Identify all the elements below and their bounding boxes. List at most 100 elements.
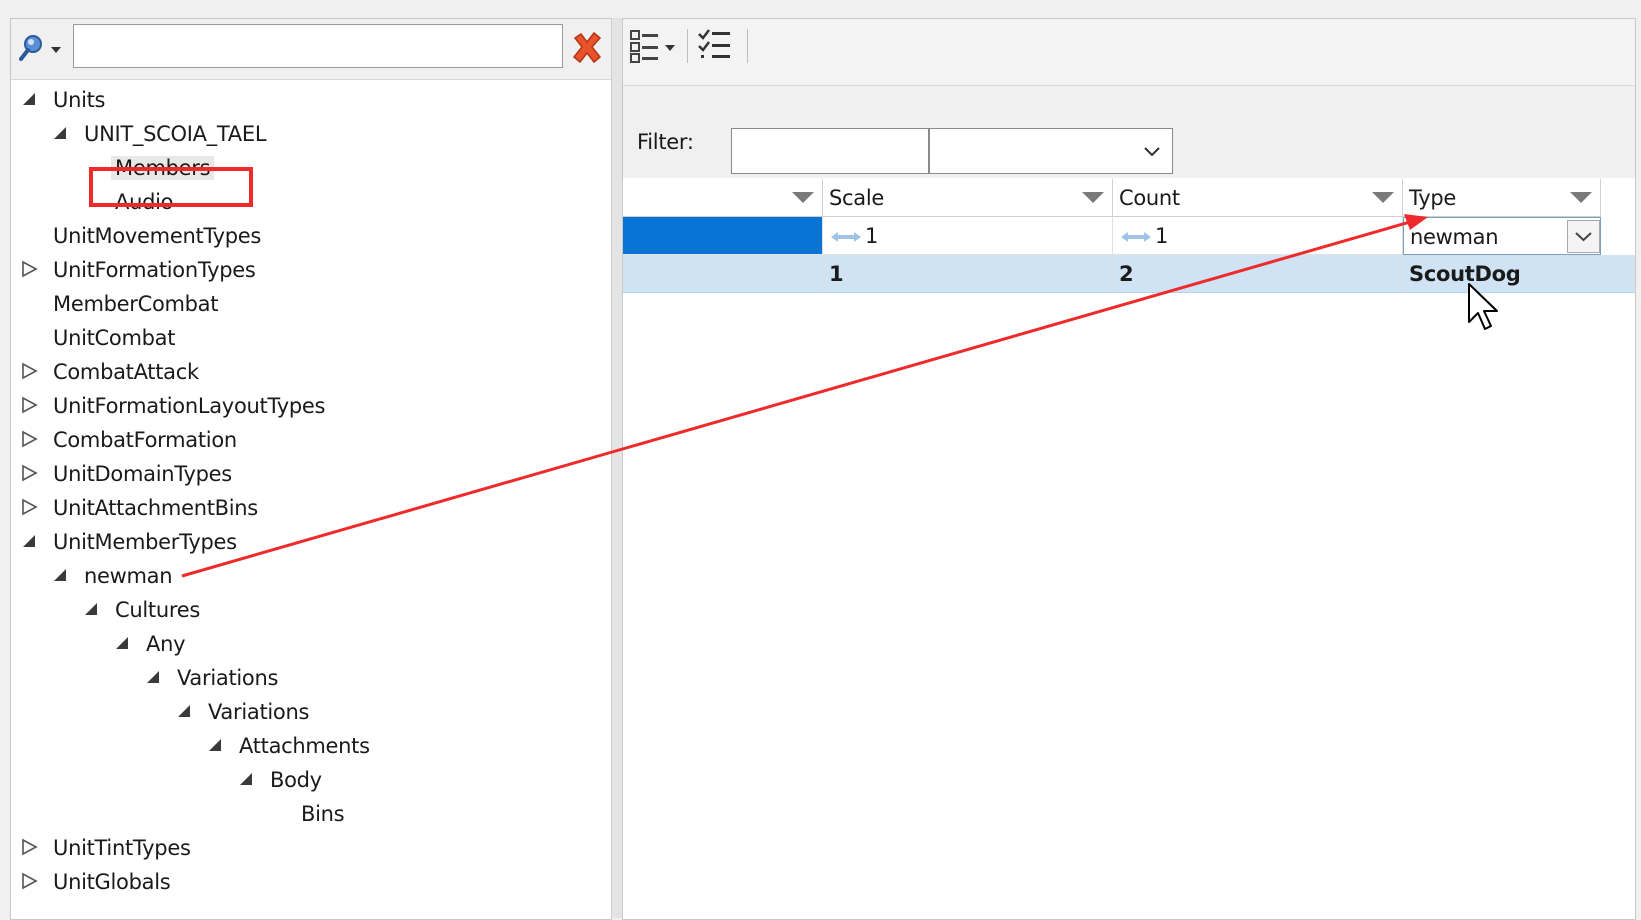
column-header-type[interactable]: Type xyxy=(1403,179,1601,217)
scale-cell[interactable]: 1 xyxy=(823,217,1113,255)
scale-cell[interactable]: 1 xyxy=(823,255,1113,293)
search-input[interactable] xyxy=(73,24,563,68)
tree-item[interactable]: Cultures xyxy=(81,593,200,625)
tree-item[interactable]: Members xyxy=(81,151,215,183)
count-cell[interactable]: 1 xyxy=(1113,217,1403,255)
tree-item-label: Attachments xyxy=(239,734,370,758)
expanded-triangle-icon[interactable] xyxy=(19,529,41,551)
collapsed-triangle-icon[interactable] xyxy=(19,359,41,381)
view-options-icon xyxy=(630,30,675,63)
tree-item-label: UNIT_SCOIA_TAEL xyxy=(84,122,267,146)
filter-label: Filter: xyxy=(637,130,694,154)
search-icon xyxy=(19,35,61,61)
collapsed-triangle-icon[interactable] xyxy=(19,257,41,279)
tree-item[interactable]: MemberCombat xyxy=(19,287,218,319)
tree-item-label: UnitMemberTypes xyxy=(53,530,237,554)
tree-item-label: Members xyxy=(111,156,215,180)
toolbar xyxy=(623,19,1635,86)
tree-item[interactable]: CombatAttack xyxy=(19,355,199,387)
tree-item[interactable]: Variations xyxy=(174,695,309,727)
tree-item-label: newman xyxy=(84,564,173,588)
tree-panel: Units UNIT_SCOIA_TAEL Members Audio UnitMove… xyxy=(10,18,612,920)
tree-item-label: Variations xyxy=(177,666,279,690)
tree-item[interactable]: Units xyxy=(19,83,106,115)
tree-item[interactable]: UnitDomainTypes xyxy=(19,457,232,489)
tree-item[interactable]: Attachments xyxy=(205,729,370,761)
collapsed-triangle-icon[interactable] xyxy=(19,393,41,415)
filter-input[interactable] xyxy=(731,128,929,174)
tree-item[interactable]: UnitTintTypes xyxy=(19,831,191,863)
table-row[interactable]: 1 2 ScoutDog xyxy=(623,255,1635,293)
expanded-triangle-icon[interactable] xyxy=(50,121,72,143)
column-header-count[interactable]: Count xyxy=(1113,179,1403,217)
type-combobox[interactable]: newman xyxy=(1403,217,1601,255)
tree-item[interactable]: CombatFormation xyxy=(19,423,237,455)
tree-item-label: UnitMovementTypes xyxy=(53,224,262,248)
expanded-triangle-icon[interactable] xyxy=(205,733,227,755)
tree-item-label: Any xyxy=(146,632,186,656)
tree-item-label: UnitTintTypes xyxy=(53,836,191,860)
view-options-button[interactable] xyxy=(627,25,681,65)
search-options-button[interactable] xyxy=(17,31,67,67)
type-dropdown-button[interactable] xyxy=(1567,220,1600,253)
spin-arrows-icon xyxy=(1121,232,1151,242)
collapsed-triangle-icon[interactable] xyxy=(19,495,41,517)
tree-item[interactable]: Variations xyxy=(143,661,278,693)
column-header-label: Scale xyxy=(829,186,884,210)
search-bar xyxy=(11,19,611,80)
collapsed-triangle-icon[interactable] xyxy=(19,427,41,449)
column-menu-icon[interactable] xyxy=(792,192,814,203)
tree-item-label: Bins xyxy=(301,802,345,826)
tree-item-label: UnitFormationLayoutTypes xyxy=(53,394,326,418)
expanded-triangle-icon[interactable] xyxy=(81,597,103,619)
row-selector[interactable] xyxy=(623,217,823,255)
tree-item-label: UnitFormationTypes xyxy=(53,258,256,282)
type-cell[interactable]: ScoutDog xyxy=(1403,255,1635,293)
tree-item[interactable]: Audio xyxy=(81,185,174,217)
tree-item[interactable]: UnitFormationLayoutTypes xyxy=(19,389,325,421)
column-header-label: Type xyxy=(1409,186,1457,210)
expanded-triangle-icon[interactable] xyxy=(50,563,72,585)
toolbar-separator xyxy=(687,29,688,63)
column-header-label: Count xyxy=(1119,186,1180,210)
column-menu-icon[interactable] xyxy=(1372,192,1394,203)
tree-item[interactable]: Any xyxy=(112,627,186,659)
tree-item[interactable]: UnitCombat xyxy=(19,321,175,353)
row-selector[interactable] xyxy=(623,255,823,293)
chevron-down-icon xyxy=(1575,232,1592,242)
column-menu-icon[interactable] xyxy=(1570,192,1592,203)
table-row[interactable]: 1 1 newman xyxy=(623,217,1635,255)
checklist-icon xyxy=(698,29,730,58)
collapsed-triangle-icon[interactable] xyxy=(19,461,41,483)
expanded-triangle-icon[interactable] xyxy=(236,767,258,789)
count-cell[interactable]: 2 xyxy=(1113,255,1403,293)
checklist-button[interactable] xyxy=(695,25,735,65)
clear-search-icon[interactable] xyxy=(567,28,607,68)
properties-panel: Filter: Scale Count Type 1 1 newman 1 2 … xyxy=(622,18,1636,920)
tree-item[interactable]: UnitMemberTypes xyxy=(19,525,237,557)
column-header-rowselector[interactable] xyxy=(623,179,823,217)
tree-item[interactable]: UnitGlobals xyxy=(19,865,171,897)
collapsed-triangle-icon[interactable] xyxy=(19,835,41,857)
filter-column-select[interactable] xyxy=(929,128,1173,174)
expanded-triangle-icon[interactable] xyxy=(143,665,165,687)
expanded-triangle-icon[interactable] xyxy=(174,699,196,721)
tree-item-label: Units xyxy=(53,88,106,112)
tree-item[interactable]: UNIT_SCOIA_TAEL xyxy=(50,117,267,149)
expanded-triangle-icon[interactable] xyxy=(19,87,41,109)
expanded-triangle-icon[interactable] xyxy=(112,631,134,653)
filter-bar: Filter: xyxy=(623,86,1635,178)
collapsed-triangle-icon[interactable] xyxy=(19,869,41,891)
column-header-scale[interactable]: Scale xyxy=(823,179,1113,217)
tree-item[interactable]: UnitFormationTypes xyxy=(19,253,256,285)
tree-item[interactable]: UnitAttachmentBins xyxy=(19,491,258,523)
tree-item-label: Variations xyxy=(208,700,310,724)
tree-item[interactable]: Bins xyxy=(267,797,345,829)
column-menu-icon[interactable] xyxy=(1082,192,1104,203)
tree-item[interactable]: Body xyxy=(236,763,322,795)
tree-item[interactable]: UnitMovementTypes xyxy=(19,219,261,251)
tree-item[interactable]: newman xyxy=(50,559,173,591)
